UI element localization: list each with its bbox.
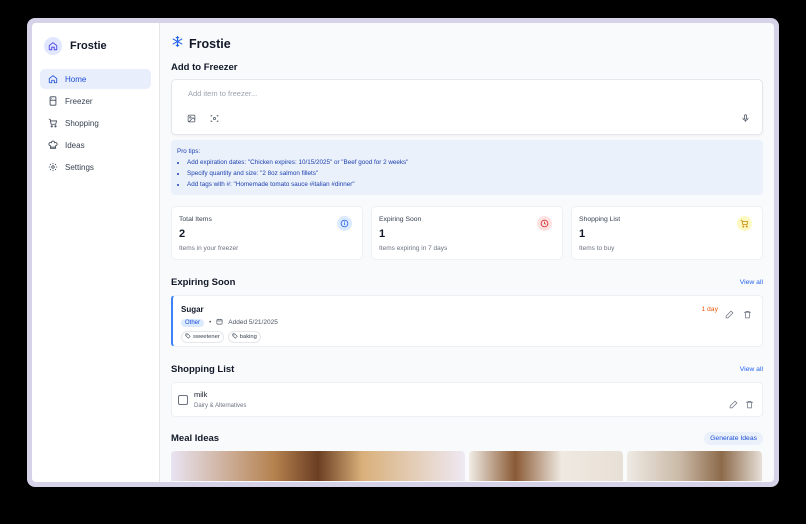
tag-icon xyxy=(185,333,191,341)
app-shell: Frostie Home Freezer Shopping Ideas Sett… xyxy=(32,23,774,482)
sidebar-item-freezer[interactable]: Freezer xyxy=(40,91,151,111)
add-item-card xyxy=(171,79,763,135)
shopping-item-checkbox[interactable] xyxy=(178,395,188,405)
page-title: Frostie xyxy=(189,37,231,51)
pro-tips-title: Pro tips: xyxy=(177,148,201,155)
expiring-view-all-link[interactable]: View all xyxy=(740,279,763,286)
sidebar-item-label: Home xyxy=(65,74,87,84)
chef-hat-icon xyxy=(47,140,58,151)
shopping-header: Shopping List View all xyxy=(171,364,763,375)
sidebar-item-home[interactable]: Home xyxy=(40,69,151,89)
added-date: Added 5/21/2025 xyxy=(228,319,278,326)
stat-value: 1 xyxy=(579,228,586,240)
clock-icon xyxy=(537,216,552,231)
gear-icon xyxy=(47,162,58,173)
meal-ideas-title: Meal Ideas xyxy=(171,433,220,444)
snowflake-icon xyxy=(171,35,184,53)
shopping-item-card: milk Dairy & Alternatives xyxy=(171,382,763,417)
sidebar-item-label: Settings xyxy=(65,162,94,172)
stat-expiring-soon: Expiring Soon 1 Items expiring in 7 days xyxy=(371,206,563,260)
tag-list: sweetener baking xyxy=(181,331,754,343)
tip-item: Specify quantity and size: "2 8oz salmon… xyxy=(187,168,757,179)
sidebar-item-label: Ideas xyxy=(65,140,85,150)
shopping-item-category: Dairy & Alternatives xyxy=(194,403,247,409)
stat-subtext: Items in your freezer xyxy=(179,245,239,252)
tip-item: Add expiration dates: "Chicken expires: … xyxy=(187,157,757,168)
tip-item: Add tags with #: "Homemade tomato sauce … xyxy=(187,179,757,190)
expiring-header: Expiring Soon View all xyxy=(171,277,763,288)
stat-label: Expiring Soon xyxy=(379,216,422,223)
edit-icon[interactable] xyxy=(725,306,734,319)
stat-value: 2 xyxy=(179,228,186,240)
shopping-view-all-link[interactable]: View all xyxy=(740,366,763,373)
brand-name: Frostie xyxy=(70,40,107,52)
stat-subtext: Items expiring in 7 days xyxy=(379,245,448,252)
add-item-input[interactable] xyxy=(186,88,730,99)
category-badge: Other xyxy=(181,318,205,327)
days-left-badge: 1 day xyxy=(701,306,718,313)
separator-dot: • xyxy=(209,319,212,326)
home-icon xyxy=(47,74,58,85)
meal-image[interactable] xyxy=(469,451,623,481)
tag-label: baking xyxy=(239,334,257,340)
info-icon xyxy=(337,216,352,231)
meal-image[interactable] xyxy=(627,451,762,481)
tag[interactable]: baking xyxy=(227,331,261,343)
stat-label: Total Items xyxy=(179,216,212,223)
main-content: Frostie Add to Freezer Pro tips: Add exp xyxy=(160,23,774,482)
tag[interactable]: sweetener xyxy=(181,331,224,343)
trash-icon[interactable] xyxy=(745,396,754,409)
sidebar: Frostie Home Freezer Shopping Ideas Sett… xyxy=(32,23,160,482)
sidebar-item-shopping[interactable]: Shopping xyxy=(40,113,151,133)
microphone-icon[interactable] xyxy=(740,113,750,123)
stat-value: 1 xyxy=(379,228,386,240)
meal-ideas-header: Meal Ideas Generate Ideas xyxy=(171,432,763,445)
stat-total-items: Total Items 2 Items in your freezer xyxy=(171,206,363,260)
edit-icon[interactable] xyxy=(729,396,738,409)
image-upload-icon[interactable] xyxy=(186,113,196,123)
app-window: Frostie Home Freezer Shopping Ideas Sett… xyxy=(27,18,779,487)
page-header: Frostie xyxy=(171,35,763,53)
shopping-item-name: milk xyxy=(194,390,208,399)
cart-icon xyxy=(737,216,752,231)
freezer-icon xyxy=(47,96,58,107)
trash-icon[interactable] xyxy=(743,306,752,319)
stats-row: Total Items 2 Items in your freezer Expi… xyxy=(171,206,763,260)
cart-icon xyxy=(47,118,58,129)
item-name: Sugar xyxy=(181,305,204,314)
shopping-title: Shopping List xyxy=(171,364,235,375)
sidebar-item-settings[interactable]: Settings xyxy=(40,157,151,177)
meal-image[interactable] xyxy=(171,451,465,481)
brand: Frostie xyxy=(40,35,151,69)
sidebar-item-label: Freezer xyxy=(65,96,93,106)
stat-label: Shopping List xyxy=(579,216,621,223)
expiring-title: Expiring Soon xyxy=(171,277,236,288)
stat-shopping-list: Shopping List 1 Items to buy xyxy=(571,206,763,260)
expiring-item-card[interactable]: Sugar Other • Added 5/21/2025 sweetener xyxy=(171,295,763,347)
tag-icon xyxy=(232,333,238,341)
stat-subtext: Items to buy xyxy=(579,245,615,252)
tag-label: sweetener xyxy=(193,334,220,340)
scan-icon[interactable] xyxy=(209,113,219,123)
meal-ideas-gallery xyxy=(171,451,763,481)
add-section-title: Add to Freezer xyxy=(171,62,238,73)
home-logo-icon xyxy=(44,37,62,55)
pro-tips: Pro tips: Add expiration dates: "Chicken… xyxy=(171,140,763,195)
sidebar-item-label: Shopping xyxy=(65,118,99,128)
calendar-icon xyxy=(216,318,223,327)
generate-ideas-button[interactable]: Generate Ideas xyxy=(704,432,763,445)
item-meta: Other • Added 5/21/2025 xyxy=(181,318,754,327)
sidebar-item-ideas[interactable]: Ideas xyxy=(40,135,151,155)
